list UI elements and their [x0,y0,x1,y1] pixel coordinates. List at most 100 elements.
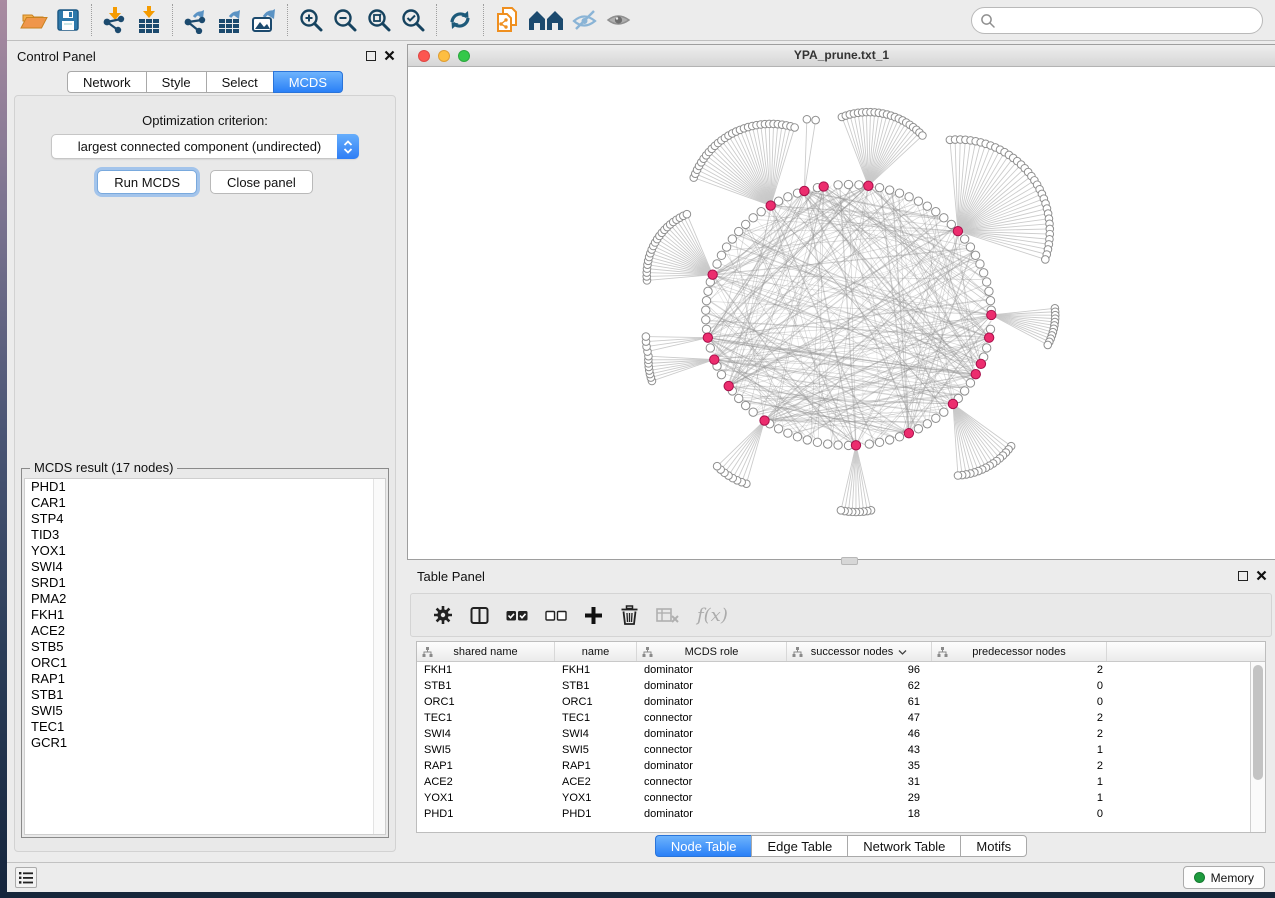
mcds-result-item[interactable]: SWI4 [25,559,385,575]
mcds-result-item[interactable]: PMA2 [25,591,385,607]
table-row[interactable]: STB1STB1dominator620 [417,678,1265,694]
mcds-result-list[interactable]: PHD1CAR1STP4TID3YOX1SWI4SRD1PMA2FKH1ACE2… [24,478,386,835]
network-node[interactable] [834,181,842,189]
network-node[interactable] [784,193,792,201]
network-node[interactable] [932,414,940,422]
table-row[interactable]: RAP1RAP1dominator352 [417,758,1265,774]
network-node[interactable] [1042,256,1050,264]
close-panel-icon[interactable] [384,50,395,61]
network-node[interactable] [813,438,821,446]
zoom-fit-button[interactable] [362,4,396,36]
show-all-button[interactable] [602,4,636,36]
network-node[interactable] [706,344,714,352]
network-node[interactable] [885,436,893,444]
splitter-grip[interactable] [841,557,858,565]
network-node[interactable] [982,278,990,286]
network-node[interactable] [982,344,990,352]
network-node[interactable] [823,440,831,448]
task-history-button[interactable] [15,867,37,888]
column-header-name[interactable]: name [555,642,637,661]
network-node[interactable] [812,116,820,124]
network-node[interactable] [960,387,968,395]
import-table-button[interactable] [132,4,166,36]
network-node[interactable] [713,260,721,268]
network-node[interactable] [803,436,811,444]
select-all-button[interactable] [506,609,528,622]
table-row[interactable]: TEC1TEC1connector472 [417,710,1265,726]
delete-column-button[interactable] [620,605,639,625]
tab-motifs[interactable]: Motifs [960,835,1027,857]
open-file-button[interactable] [17,4,51,36]
tab-mcds[interactable]: MCDS [273,71,343,93]
tab-select[interactable]: Select [206,71,273,93]
mcds-result-item[interactable]: STP4 [25,511,385,527]
network-node[interactable] [844,180,852,188]
network-node[interactable] [979,269,987,277]
mcds-result-item[interactable]: ACE2 [25,623,385,639]
duplicate-network-button[interactable] [490,4,524,36]
mcds-hub-node[interactable] [819,182,828,191]
mcds-hub-node[interactable] [864,181,873,190]
export-network-button[interactable] [179,4,213,36]
network-node[interactable] [722,243,730,251]
mcds-result-item[interactable]: CAR1 [25,495,385,511]
network-node[interactable] [741,401,749,409]
network-node[interactable] [914,197,922,205]
table-settings-button[interactable] [433,605,453,625]
table-scrollbar[interactable] [1250,662,1265,832]
network-node[interactable] [985,287,993,295]
network-node[interactable] [683,210,691,218]
network-node[interactable] [940,214,948,222]
network-canvas[interactable] [408,67,1275,559]
table-row[interactable]: ORC1ORC1dominator610 [417,694,1265,710]
network-graph[interactable] [408,67,1275,559]
column-header-shared-name[interactable]: shared name [417,642,555,661]
mcds-result-item[interactable]: SWI5 [25,703,385,719]
mcds-result-item[interactable]: RAP1 [25,671,385,687]
export-image-button[interactable] [247,4,281,36]
network-node[interactable] [713,462,721,470]
mcds-hub-node[interactable] [800,186,809,195]
tab-network-table[interactable]: Network Table [847,835,960,857]
show-columns-button[interactable] [470,606,489,625]
mcds-result-item[interactable]: STB1 [25,687,385,703]
float-panel-icon[interactable] [366,51,376,61]
criterion-dropdown[interactable]: largest connected component (undirected) [51,134,359,159]
network-node[interactable] [940,408,948,416]
network-node[interactable] [702,325,710,333]
network-node[interactable] [914,425,922,433]
network-node[interactable] [717,251,725,259]
mcds-hub-node[interactable] [703,333,712,342]
network-node[interactable] [837,507,845,515]
mcds-hub-node[interactable] [851,441,860,450]
close-table-panel-icon[interactable] [1256,570,1267,581]
network-node[interactable] [717,370,725,378]
export-table-button[interactable] [213,4,247,36]
network-node[interactable] [895,433,903,441]
mcds-result-item[interactable]: YOX1 [25,543,385,559]
hide-selected-button[interactable] [568,4,602,36]
network-node[interactable] [875,438,883,446]
zoom-out-button[interactable] [328,4,362,36]
network-node[interactable] [704,287,712,295]
zoom-in-button[interactable] [294,4,328,36]
search-box[interactable] [971,7,1263,34]
mcds-result-item[interactable]: TID3 [25,527,385,543]
tab-edge-table[interactable]: Edge Table [751,835,847,857]
mcds-hub-node[interactable] [710,355,719,364]
network-node[interactable] [1044,341,1052,349]
search-input[interactable] [996,11,1262,31]
network-node[interactable] [932,208,940,216]
network-node[interactable] [966,379,974,387]
import-network-button[interactable] [98,4,132,36]
network-node[interactable] [834,441,842,449]
table-row[interactable]: ACE2ACE2connector311 [417,774,1265,790]
mcds-result-item[interactable]: STB5 [25,639,385,655]
node-table[interactable]: shared namenameMCDS rolesuccessor nodesp… [416,641,1266,833]
result-scrollbar[interactable] [373,479,385,834]
network-node[interactable] [784,429,792,437]
column-header-MCDS-role[interactable]: MCDS role [637,642,787,661]
run-mcds-button[interactable]: Run MCDS [97,170,197,194]
first-neighbors-button[interactable] [524,4,568,36]
network-node[interactable] [865,440,873,448]
